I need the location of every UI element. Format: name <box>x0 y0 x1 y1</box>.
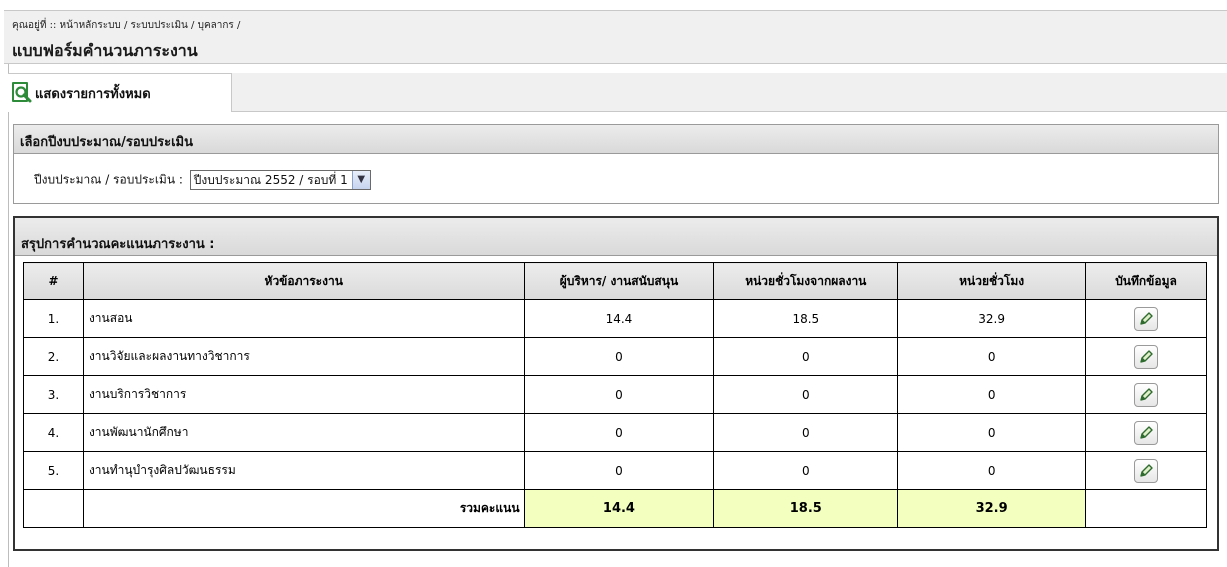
row-action-cell <box>1085 413 1207 452</box>
row-action-cell <box>1085 299 1207 338</box>
total-admin: 14.4 <box>523 489 715 528</box>
budget-panel-heading: เลือกปีงบประมาณ/รอบประเมิน <box>14 125 1218 154</box>
row-hours: 32.9 <box>897 299 1087 338</box>
edit-record-button[interactable] <box>1134 382 1159 407</box>
table-row: 2. งานวิจัยและผลงานทางวิชาการ 0 0 0 <box>23 337 1207 376</box>
row-hours: 0 <box>897 451 1087 490</box>
edit-record-button[interactable] <box>1134 458 1159 483</box>
row-number: 2. <box>23 337 84 376</box>
row-topic: งานทำนุบำรุงศิลปวัฒนธรรม <box>82 451 525 490</box>
column-header: หน่วยชั่วโมงจากผลงาน <box>713 262 899 300</box>
summary-panel: สรุปการคำนวณคะแนนภาระงาน : # หัวข้อภาระง… <box>13 216 1219 551</box>
row-admin-support: 0 <box>523 337 715 376</box>
table-row: 1. งานสอน 14.4 18.5 32.9 <box>23 299 1207 338</box>
edit-record-button[interactable] <box>1134 344 1159 369</box>
row-admin-support: 0 <box>523 451 715 490</box>
row-hours: 0 <box>897 337 1087 376</box>
edit-record-button[interactable] <box>1134 420 1159 445</box>
row-work-hours: 0 <box>713 375 899 414</box>
row-work-hours: 0 <box>713 451 899 490</box>
column-header: หน่วยชั่วโมง <box>897 262 1087 300</box>
row-work-hours: 0 <box>713 413 899 452</box>
page-title: แบบฟอร์มคำนวนภาระงาน <box>12 41 198 60</box>
chevron-down-icon[interactable]: ▼ <box>351 171 370 189</box>
total-row: รวมคะแนน 14.4 18.5 32.9 <box>23 489 1207 528</box>
row-action-cell <box>1085 337 1207 376</box>
column-header: ผู้บริหาร/ งานสนับสนุน <box>523 262 715 300</box>
total-label: รวมคะแนน <box>82 489 525 528</box>
table-row: 4. งานพัฒนานักศึกษา 0 0 0 <box>23 413 1207 452</box>
page-header: คุณอยู่ที่ :: หน้าหลักระบบ / ระบบประเมิน… <box>4 10 1227 64</box>
row-work-hours: 18.5 <box>713 299 899 338</box>
row-topic: งานพัฒนานักศึกษา <box>82 413 525 452</box>
budget-year-panel: เลือกปีงบประมาณ/รอบประเมิน ปีงบประมาณ / … <box>13 124 1219 204</box>
workload-table: # หัวข้อภาระงาน ผู้บริหาร/ งานสนับสนุน ห… <box>23 262 1207 528</box>
row-hours: 0 <box>897 375 1087 414</box>
row-topic: งานสอน <box>82 299 525 338</box>
row-number: 1. <box>23 299 84 338</box>
row-topic: งานบริการวิชาการ <box>82 375 525 414</box>
tab-bar: แสดงรายการทั้งหมด <box>8 73 1227 112</box>
tab-label: แสดงรายการทั้งหมด <box>35 87 151 102</box>
magnifier-document-icon <box>11 81 33 103</box>
total-empty-cell <box>23 489 84 528</box>
row-hours: 0 <box>897 413 1087 452</box>
edit-record-button[interactable] <box>1134 306 1159 331</box>
left-rule <box>8 63 9 567</box>
column-header: # <box>23 262 84 300</box>
table-row: 5. งานทำนุบำรุงศิลปวัฒนธรรม 0 0 0 <box>23 451 1207 490</box>
row-number: 3. <box>23 375 84 414</box>
row-admin-support: 0 <box>523 375 715 414</box>
column-header: หัวข้อภาระงาน <box>82 262 525 300</box>
total-hours: 32.9 <box>897 489 1087 528</box>
row-number: 4. <box>23 413 84 452</box>
row-action-cell <box>1085 451 1207 490</box>
breadcrumb: คุณอยู่ที่ :: หน้าหลักระบบ / ระบบประเมิน… <box>12 20 241 31</box>
budget-year-selected: ปีงบประมาณ 2552 / รอบที่ 1 <box>193 173 348 187</box>
table-header-row: # หัวข้อภาระงาน ผู้บริหาร/ งานสนับสนุน ห… <box>23 262 1207 300</box>
tab-show-all[interactable]: แสดงรายการทั้งหมด <box>8 73 232 112</box>
summary-panel-heading: สรุปการคำนวณคะแนนภาระงาน : <box>15 218 1217 256</box>
row-work-hours: 0 <box>713 337 899 376</box>
total-empty-cell <box>1085 489 1207 528</box>
row-admin-support: 0 <box>523 413 715 452</box>
budget-year-row: ปีงบประมาณ / รอบประเมิน : ปีงบประมาณ 255… <box>34 170 371 190</box>
row-topic: งานวิจัยและผลงานทางวิชาการ <box>82 337 525 376</box>
table-row: 3. งานบริการวิชาการ 0 0 0 <box>23 375 1207 414</box>
total-work-hours: 18.5 <box>713 489 899 528</box>
budget-year-select[interactable]: ปีงบประมาณ 2552 / รอบที่ 1 ▼ <box>189 170 371 190</box>
budget-year-label: ปีงบประมาณ / รอบประเมิน : <box>34 172 183 187</box>
column-header: บันทึกข้อมูล <box>1085 262 1207 300</box>
row-admin-support: 14.4 <box>523 299 715 338</box>
row-number: 5. <box>23 451 84 490</box>
row-action-cell <box>1085 375 1207 414</box>
